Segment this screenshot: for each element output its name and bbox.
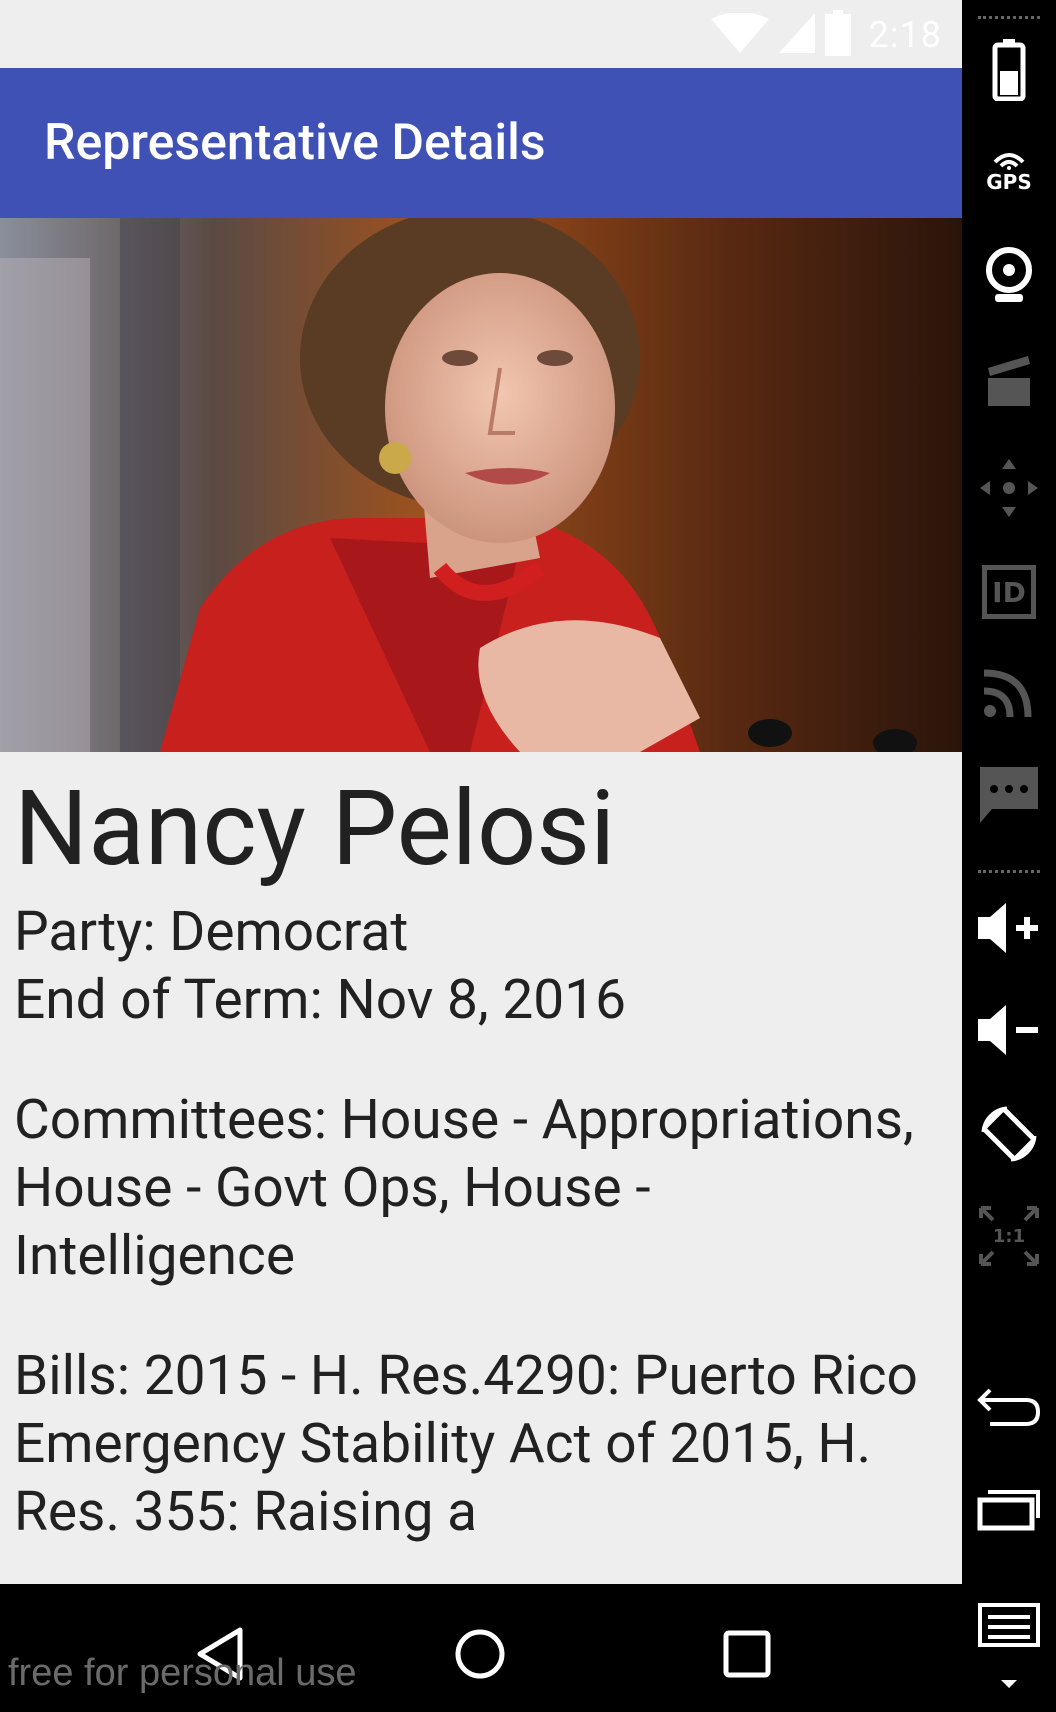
menu-icon[interactable] xyxy=(962,1588,1056,1668)
party-text: Party: Democrat xyxy=(14,900,409,964)
fullscreen-icon[interactable]: 1:1 xyxy=(962,1196,1056,1276)
rss-icon[interactable] xyxy=(962,652,1056,732)
id-label: ID xyxy=(992,575,1026,609)
gps-icon[interactable]: GPS xyxy=(962,132,1056,212)
page-title: Representative Details xyxy=(44,114,546,172)
emulator-toolbar: GPS ID 1:1 xyxy=(962,0,1056,1712)
recents-icon[interactable] xyxy=(962,1470,1056,1550)
representative-photo xyxy=(0,218,962,752)
volume-down-icon[interactable] xyxy=(962,990,1056,1070)
app-bar: Representative Details xyxy=(0,68,962,218)
chevron-down-icon[interactable] xyxy=(962,1664,1056,1704)
camera-icon[interactable] xyxy=(962,236,1056,316)
signal-icon xyxy=(778,13,815,57)
representative-details: Nancy Pelosi Party: Democrat End of Term… xyxy=(14,752,944,1546)
chat-icon[interactable] xyxy=(962,756,1056,836)
clapperboard-icon[interactable] xyxy=(962,340,1056,420)
watermark: free for personal use xyxy=(8,1652,357,1694)
move-icon[interactable] xyxy=(962,448,1056,528)
volume-up-icon[interactable] xyxy=(962,888,1056,968)
representative-name: Nancy Pelosi xyxy=(14,769,616,890)
battery-status-icon xyxy=(824,10,851,60)
battery-icon[interactable] xyxy=(962,30,1056,110)
ratio-label: 1:1 xyxy=(992,1225,1026,1247)
rotate-icon[interactable] xyxy=(962,1094,1056,1174)
wifi-icon xyxy=(710,12,769,57)
home-icon[interactable] xyxy=(440,1614,520,1694)
toolbar-divider xyxy=(978,16,1040,19)
committees-text: Committees: House - Appropriations, Hous… xyxy=(14,1088,914,1288)
status-icons: 2:18 xyxy=(710,10,942,60)
toolbar-divider xyxy=(978,870,1040,873)
back-arrow-icon[interactable] xyxy=(962,1366,1056,1446)
status-bar: 2:18 xyxy=(0,0,962,68)
recents-icon[interactable] xyxy=(707,1614,787,1694)
gps-label: GPS xyxy=(986,170,1032,194)
bills-text: Bills: 2015 - H. Res.4290: Puerto Rico E… xyxy=(14,1344,918,1544)
phone-screen: 2:18 Representative Details Nancy Pelosi… xyxy=(0,0,962,1712)
end-of-term-text: End of Term: Nov 8, 2016 xyxy=(14,968,627,1032)
id-icon[interactable]: ID xyxy=(962,552,1056,632)
status-time: 2:18 xyxy=(868,14,942,56)
